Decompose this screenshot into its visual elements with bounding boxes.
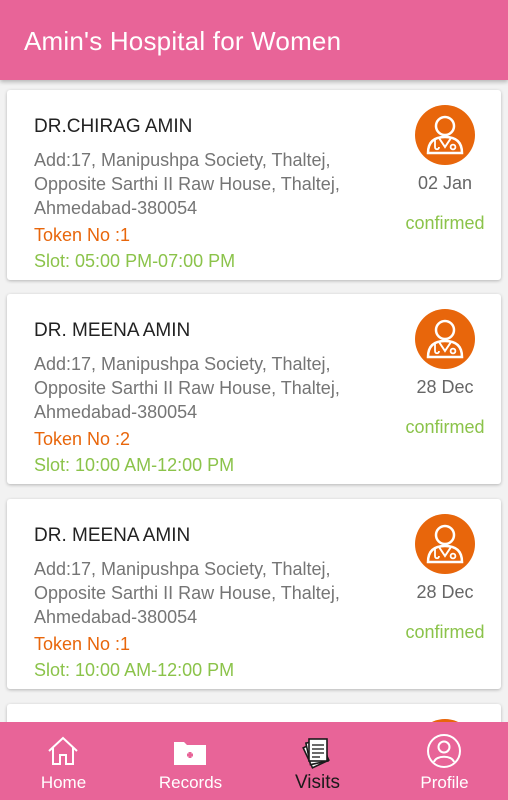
nav-profile[interactable]: Profile — [381, 722, 508, 800]
visit-card[interactable]: DR. MEENA AMIN Add:17, Manipushpa Societ… — [7, 499, 501, 689]
visit-date: 28 Dec — [416, 582, 474, 602]
token-number: Token No :2 — [34, 429, 131, 449]
time-slot: Slot: 10:00 AM-12:00 PM — [34, 660, 235, 680]
nav-home[interactable]: Home — [0, 722, 127, 800]
visit-card-partial[interactable] — [7, 704, 501, 722]
status-badge: confirmed — [405, 417, 485, 437]
nav-home-label: Home — [40, 773, 87, 792]
visits-list[interactable]: DR.CHIRAG AMIN Add:17, Manipushpa Societ… — [0, 80, 508, 722]
bottom-navigation: Home Records Visits Profile — [0, 722, 508, 800]
visit-date: 28 Dec — [416, 377, 474, 397]
visit-date: 02 Jan — [417, 173, 473, 193]
status-badge: confirmed — [405, 213, 485, 233]
token-number: Token No :1 — [34, 225, 131, 245]
doctor-address: Add:17, Manipushpa Society, Thaltej, Opp… — [34, 354, 340, 422]
doctor-address: Add:17, Manipushpa Society, Thaltej, Opp… — [34, 150, 340, 218]
documents-stack-icon — [298, 732, 336, 770]
doctor-avatar-icon — [415, 309, 475, 369]
doctor-avatar-icon — [415, 105, 475, 165]
visit-card[interactable]: DR.CHIRAG AMIN Add:17, Manipushpa Societ… — [7, 90, 501, 280]
page-title: Amin's Hospital for Women — [24, 26, 342, 56]
doctor-avatar-icon — [415, 514, 475, 574]
doctor-name: DR. MEENA AMIN — [34, 320, 191, 341]
status-badge: confirmed — [405, 622, 485, 642]
time-slot: Slot: 05:00 PM-07:00 PM — [34, 251, 236, 271]
doctor-name: DR. MEENA AMIN — [34, 525, 191, 546]
nav-visits-label: Visits — [294, 772, 341, 793]
time-slot: Slot: 10:00 AM-12:00 PM — [34, 455, 235, 475]
home-icon — [44, 732, 82, 770]
nav-records-label: Records — [158, 773, 223, 792]
doctor-name: DR.CHIRAG AMIN — [34, 116, 193, 137]
visit-card[interactable]: DR. MEENA AMIN Add:17, Manipushpa Societ… — [7, 294, 501, 484]
app-bar: Amin's Hospital for Women — [0, 0, 508, 80]
nav-visits[interactable]: Visits — [254, 722, 381, 800]
doctor-address: Add:17, Manipushpa Society, Thaltej, Opp… — [34, 559, 340, 627]
nav-records[interactable]: Records — [127, 722, 254, 800]
medical-folder-icon — [171, 732, 209, 770]
profile-icon — [425, 732, 463, 770]
token-number: Token No :1 — [34, 634, 131, 654]
nav-profile-label: Profile — [420, 773, 469, 792]
